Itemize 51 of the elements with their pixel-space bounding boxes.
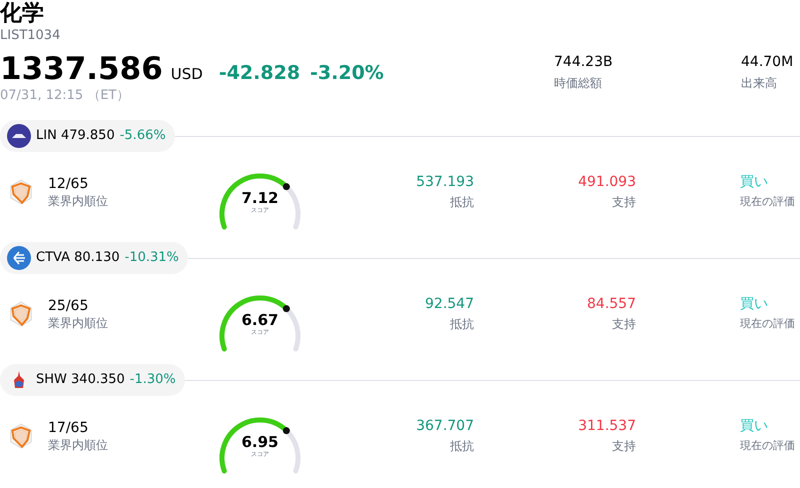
stock-chip[interactable]: CTVA 80.130 -10.31% xyxy=(0,242,188,274)
rating-value: 買い xyxy=(740,295,769,314)
support-value: 311.537 xyxy=(578,417,636,436)
ticker-change: -1.30% xyxy=(130,371,176,390)
rating-value: 買い xyxy=(740,417,769,436)
resistance-value: 367.707 xyxy=(416,417,474,436)
radar-chart-icon xyxy=(8,300,34,328)
ticker-price: CTVA 80.130 xyxy=(36,249,120,268)
industry-rank: 17/65 xyxy=(48,419,90,437)
resistance-label: 抵抗 xyxy=(450,438,474,455)
price-change: -42.828 xyxy=(218,61,300,86)
support-label: 支持 xyxy=(612,316,636,333)
company-logo-icon xyxy=(7,246,31,270)
price-value: 1337.586 xyxy=(0,50,163,88)
stat-label: 出来高 xyxy=(741,75,778,92)
resistance-value: 537.193 xyxy=(416,173,474,192)
industry-rank: 12/65 xyxy=(48,175,90,193)
rating-label: 現在の評価 xyxy=(740,194,795,210)
radar-chart-icon xyxy=(8,422,34,450)
price-change-percent: -3.20% xyxy=(310,61,384,86)
industry-rank-label: 業界内順位 xyxy=(48,315,109,331)
rating-label: 現在の評価 xyxy=(740,316,795,332)
company-logo-icon xyxy=(7,124,31,148)
resistance-value: 92.547 xyxy=(425,295,474,314)
list-code: LIST1034 xyxy=(0,28,62,44)
radar-chart-icon xyxy=(8,178,34,206)
support-value: 491.093 xyxy=(578,173,636,192)
stock-chip[interactable]: SHW 340.350 -1.30% xyxy=(0,364,185,396)
support-value: 84.557 xyxy=(587,295,636,314)
industry-rank-label: 業界内順位 xyxy=(48,437,109,453)
rating-label: 現在の評価 xyxy=(740,438,795,454)
resistance-label: 抵抗 xyxy=(450,194,474,211)
stat-value: 44.70M xyxy=(741,53,794,72)
support-label: 支持 xyxy=(612,194,636,211)
score-value: 7.12 xyxy=(241,189,278,207)
currency-label: USD xyxy=(170,64,203,85)
ticker-price: LIN 479.850 xyxy=(36,127,115,146)
ticker-change: -10.31% xyxy=(124,249,179,268)
score-value: 6.95 xyxy=(241,433,278,451)
stock-chip[interactable]: LIN 479.850 -5.66% xyxy=(0,120,175,152)
stat-label: 時価総額 xyxy=(554,75,603,92)
rating-value: 買い xyxy=(740,173,769,192)
industry-rank-label: 業界内順位 xyxy=(48,193,109,209)
timestamp: 07/31, 12:15 （ET） xyxy=(0,88,130,104)
score-value: 6.67 xyxy=(241,311,278,329)
industry-rank: 25/65 xyxy=(48,297,90,315)
support-label: 支持 xyxy=(612,438,636,455)
stat-value: 744.23B xyxy=(554,53,614,72)
ticker-change: -5.66% xyxy=(120,127,166,146)
ticker-price: SHW 340.350 xyxy=(36,371,125,390)
resistance-label: 抵抗 xyxy=(450,316,474,333)
